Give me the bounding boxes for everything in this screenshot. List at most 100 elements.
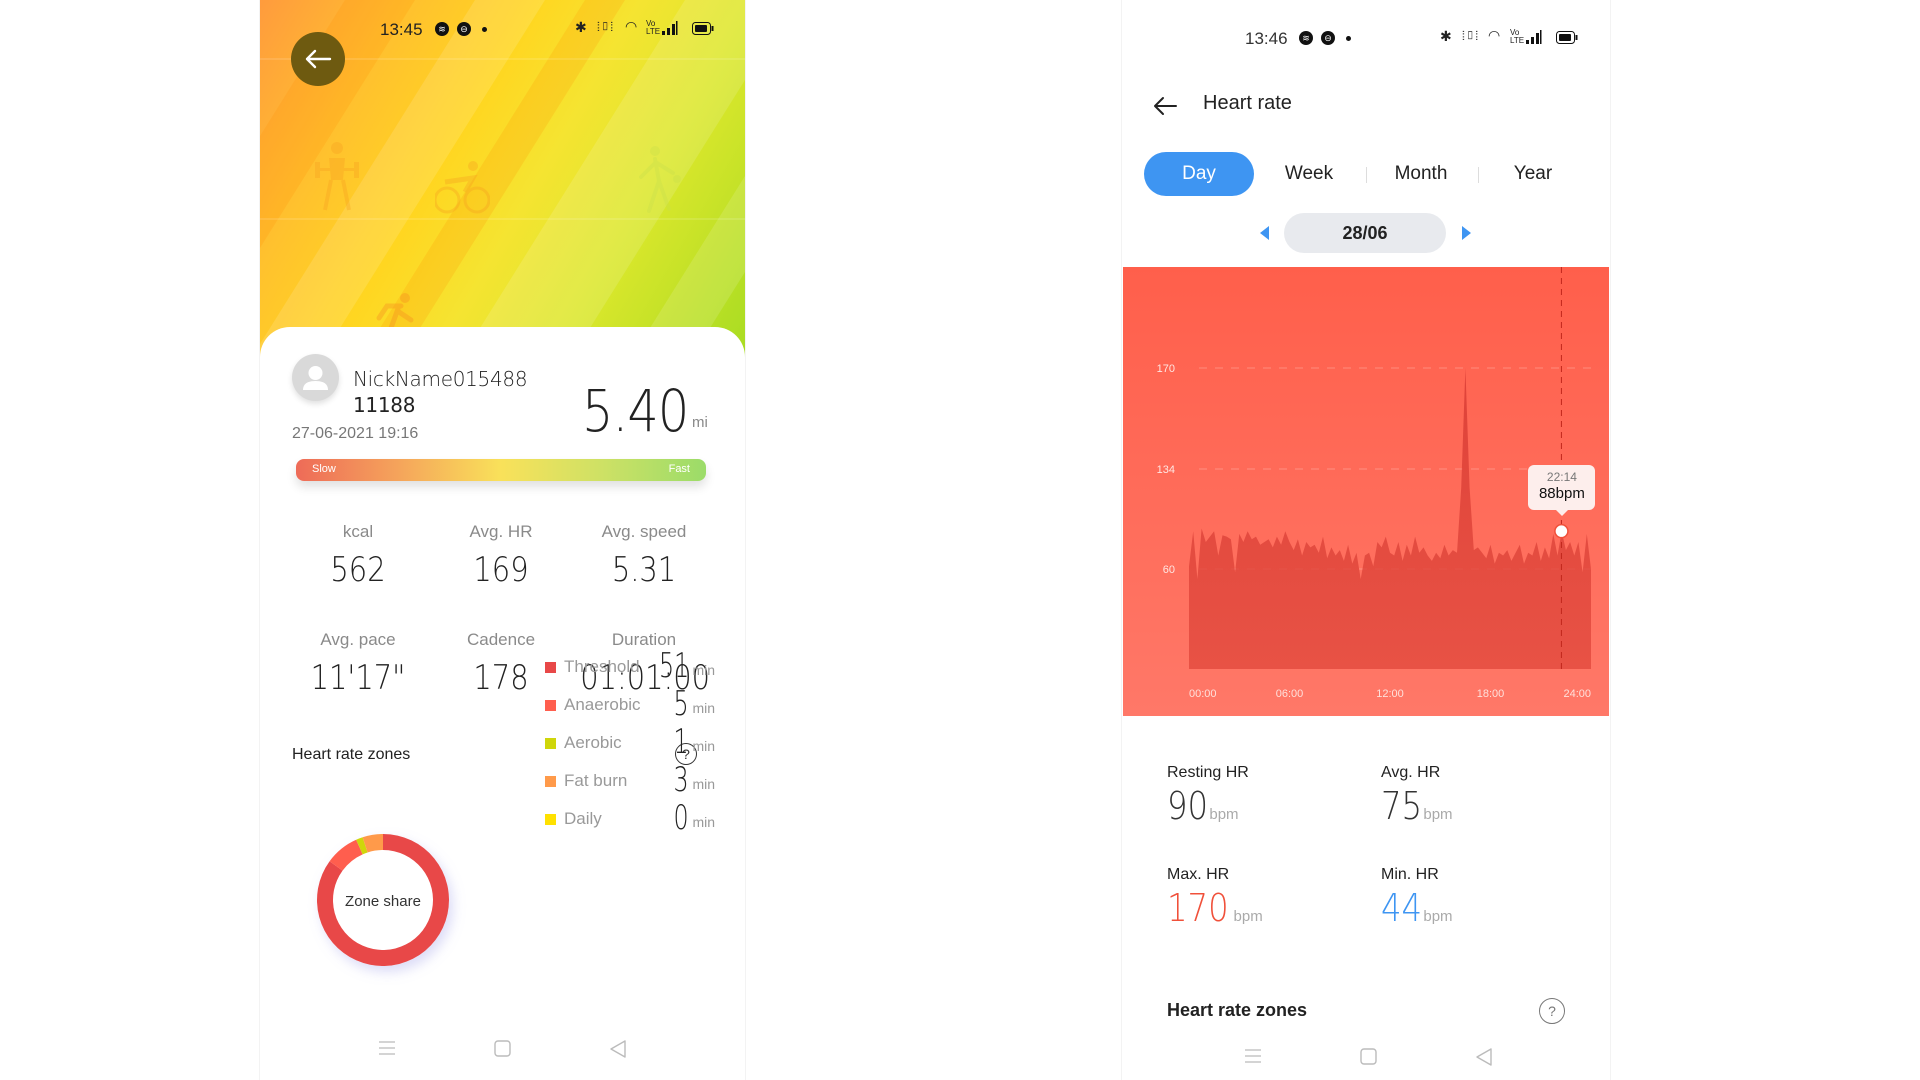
user-icon <box>303 366 328 390</box>
legend-swatch <box>545 738 556 749</box>
legend-item-daily: Daily 0 min <box>545 798 715 838</box>
signal-icon <box>1526 29 1542 49</box>
zone-name: Fat burn <box>564 771 628 790</box>
zone-unit: min <box>692 738 715 754</box>
stat-value: 44 <box>1381 886 1423 930</box>
min-hr-stat: Min. HR 44bpm <box>1381 866 1453 930</box>
spotify-icon: ≋ <box>1299 31 1313 45</box>
bluetooth-icon: ✱ <box>575 19 587 35</box>
max-hr-stat: Max. HR 170 bpm <box>1167 866 1263 930</box>
app-icon: ⊖ <box>1321 31 1335 45</box>
vibrate-icon: ⦙▯⦙ <box>1462 28 1479 43</box>
tooltip-time: 22:14 <box>1546 470 1577 485</box>
distance-value: 5.40 <box>582 377 689 445</box>
stat-label: Resting HR <box>1167 764 1249 781</box>
distance-unit: mi <box>692 414 708 431</box>
resting-hr-stat: Resting HR 90bpm <box>1167 764 1249 828</box>
donut-center-label: Zone share <box>345 893 421 910</box>
question-circle-icon[interactable]: ? <box>1539 998 1565 1024</box>
battery-icon <box>1556 29 1578 49</box>
spotify-icon: ≋ <box>435 22 449 36</box>
tab-day[interactable]: Day <box>1144 152 1254 196</box>
y-tick-label: 134 <box>1157 464 1175 476</box>
menu-icon[interactable] <box>1244 1048 1262 1064</box>
stat-label: Avg. HR <box>1381 764 1441 781</box>
zone-minutes: 1 <box>673 722 689 762</box>
tooltip-pointer <box>1556 510 1569 517</box>
walking-icon <box>639 146 681 213</box>
stat-value: 169 <box>473 550 529 590</box>
stat-value: 562 <box>330 550 386 590</box>
stat-value: 90 <box>1167 784 1209 828</box>
tab-month[interactable]: Month <box>1366 152 1476 196</box>
status-time: 13:45 <box>380 20 423 39</box>
x-tick-label: 12:00 <box>1376 688 1404 700</box>
legend-swatch <box>545 700 556 711</box>
tab-year[interactable]: Year <box>1478 152 1588 196</box>
user-id: 11188 <box>353 393 416 417</box>
back-triangle-icon[interactable] <box>609 1040 627 1058</box>
stat-label: Cadence <box>466 630 536 649</box>
cycling-icon <box>435 161 490 214</box>
period-tabs: Day Week Month Year <box>1144 152 1588 196</box>
x-tick-label: 18:00 <box>1477 688 1505 700</box>
vibrate-icon: ⦙▯⦙ <box>597 19 614 34</box>
zone-name: Threshold <box>564 657 640 676</box>
x-tick-label: 00:00 <box>1189 688 1217 700</box>
zone-minutes: 0 <box>673 798 689 838</box>
stat-label: Max. HR <box>1167 866 1230 883</box>
zone-name: Aerobic <box>564 733 622 752</box>
triangle-right-icon[interactable] <box>1462 226 1471 240</box>
legend-swatch <box>545 776 556 787</box>
home-square-icon[interactable] <box>1360 1048 1378 1066</box>
pace-gradient-bar: Slow Fast <box>296 459 706 481</box>
stat-label: Avg. pace <box>320 630 396 649</box>
stat-value: 75 <box>1381 784 1423 828</box>
home-square-icon[interactable] <box>494 1040 512 1058</box>
bluetooth-icon: ✱ <box>1440 28 1452 44</box>
stat-label: Min. HR <box>1381 866 1439 883</box>
tab-week[interactable]: Week <box>1254 152 1364 196</box>
zone-minutes: 5 <box>673 684 689 724</box>
workout-summary-card: NickName015488 11188 27-06-2021 19:16 5.… <box>260 327 745 1080</box>
signal-icon <box>662 20 678 40</box>
heart-rate-screen: 13:46 ≋ ⊖ ✱ ⦙▯⦙ ◠ Vo LTE Heart rate Day W… <box>1122 0 1610 1080</box>
fast-label: Fast <box>668 463 690 475</box>
page-title: Heart rate <box>1203 92 1292 114</box>
stat-value: 170 <box>1167 886 1229 930</box>
tooltip-value: 88bpm <box>1538 485 1585 503</box>
heart-rate-zones-title: Heart rate zones <box>1167 1000 1308 1020</box>
arrow-left-icon[interactable] <box>1152 95 1178 117</box>
chart-tooltip: 22:14 88bpm <box>1528 465 1596 517</box>
workout-hero-banner: 13:45 ≋ ⊖ ✱ ⦙▯⦙ ◠ Vo LTE <box>260 0 745 360</box>
workout-detail-screen: 13:45 ≋ ⊖ ✱ ⦙▯⦙ ◠ Vo LTE NickName015488 … <box>260 0 745 1080</box>
avatar[interactable] <box>292 354 339 401</box>
stat-label: kcal <box>342 522 374 541</box>
stat-label: Duration <box>611 630 677 649</box>
back-triangle-icon[interactable] <box>1475 1048 1493 1066</box>
cursor-point[interactable] <box>1554 523 1569 539</box>
zone-unit: min <box>692 662 715 678</box>
wifi-icon: ◠ <box>1488 27 1501 43</box>
running-icon <box>376 293 414 331</box>
zone-share-donut: Zone share <box>317 834 449 966</box>
zone-unit: min <box>692 814 715 830</box>
app-header: Heart rate <box>1122 86 1610 126</box>
date-selector[interactable]: 28/06 <box>1284 213 1446 253</box>
stat-value: 11'17" <box>310 658 406 698</box>
weightlifting-icon <box>315 142 359 211</box>
heart-rate-chart[interactable]: 60 134 170 00:00 06:00 12:00 18:00 24:00 22:14… <box>1123 267 1609 716</box>
nickname: NickName015488 <box>353 367 528 391</box>
stat-label: Avg. HR <box>469 522 533 541</box>
arrow-left-icon <box>305 49 332 69</box>
legend-item-threshold: Threshold 51 min <box>545 646 715 686</box>
stat-unit: bpm <box>1233 908 1263 925</box>
stat-label: Avg. speed <box>601 522 687 541</box>
triangle-left-icon[interactable] <box>1260 226 1269 240</box>
menu-icon[interactable] <box>378 1040 396 1056</box>
x-tick-label: 24:00 <box>1563 688 1591 700</box>
back-button[interactable] <box>291 32 345 86</box>
stat-kcal: kcal 562 <box>283 522 433 590</box>
status-bar: 13:46 ≋ ⊖ ✱ ⦙▯⦙ ◠ Vo LTE <box>1122 27 1610 59</box>
zone-unit: min <box>692 776 715 792</box>
